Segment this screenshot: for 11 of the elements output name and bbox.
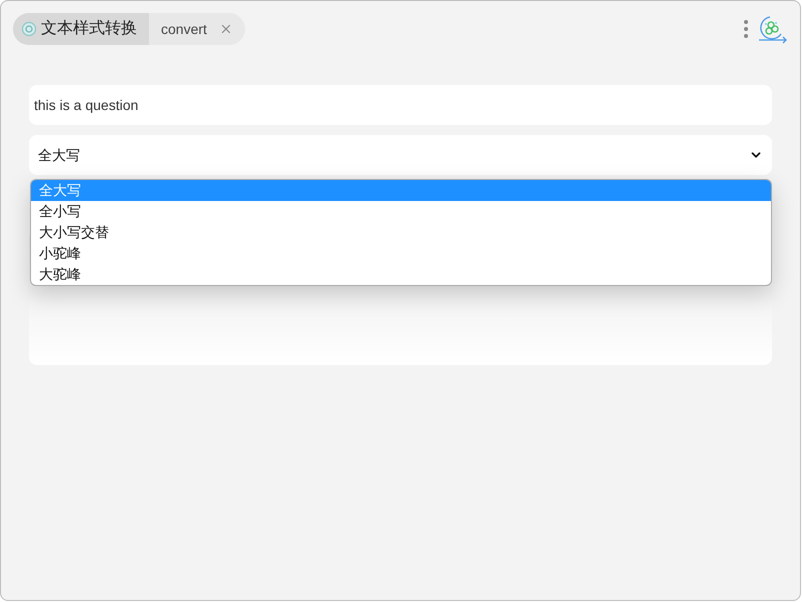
dropdown-option[interactable]: 小驼峰	[31, 243, 771, 264]
text-input-field[interactable]: this is a question	[29, 85, 772, 125]
plugin-icon	[21, 21, 37, 37]
mode-select[interactable]: 全大写	[29, 135, 772, 175]
app-logo-icon[interactable]	[756, 14, 788, 44]
more-icon[interactable]	[744, 19, 748, 39]
tab[interactable]: convert	[149, 13, 245, 45]
tab[interactable]: 文本样式转换	[13, 13, 149, 45]
dropdown-option[interactable]: 大小写交替	[31, 222, 771, 243]
dropdown-option[interactable]: 全小写	[31, 201, 771, 222]
dropdown-option[interactable]: 大驼峰	[31, 264, 771, 285]
